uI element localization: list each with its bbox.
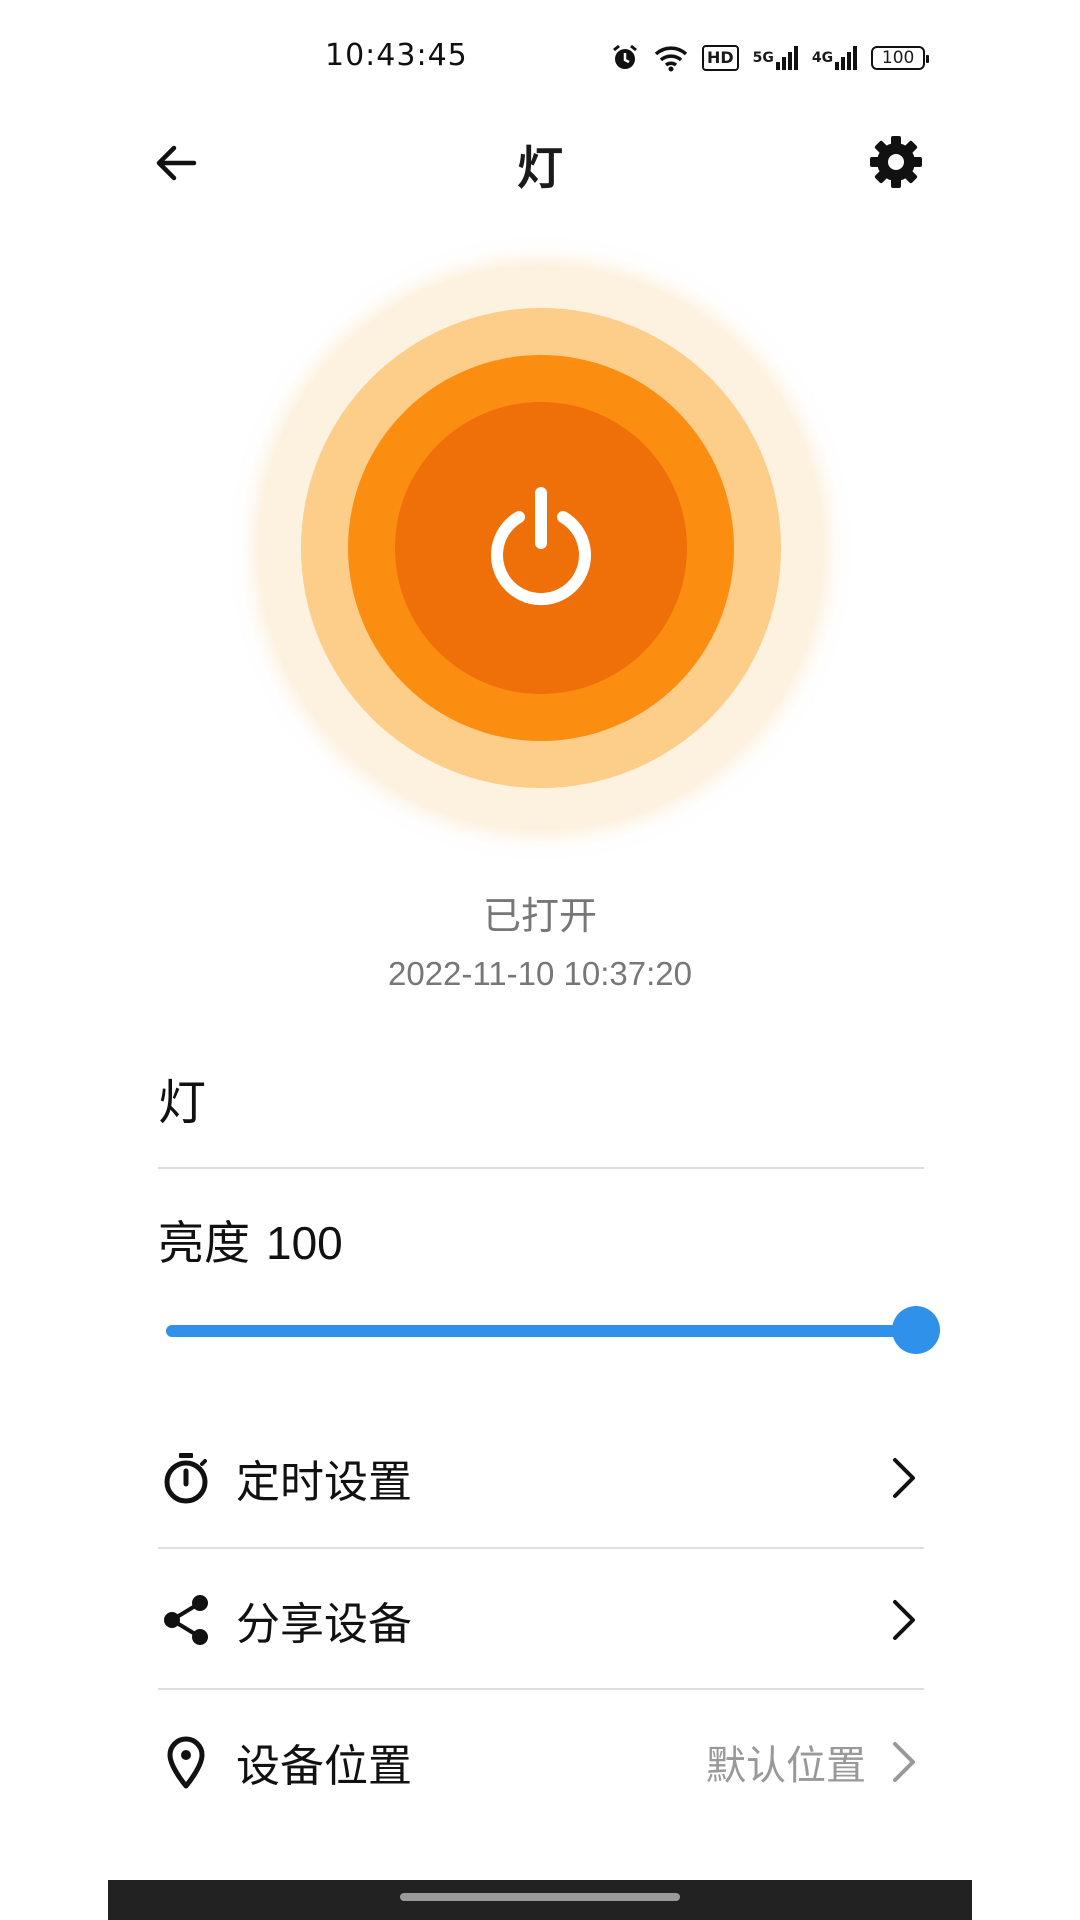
device-location-label: 设备位置 [236,1741,412,1792]
location-pin-icon [158,1734,214,1790]
wifi-icon [654,44,688,72]
chevron-right-icon [884,1450,924,1506]
device-name: 灯 [158,1075,207,1131]
timer-settings-label: 定时设置 [236,1457,412,1508]
navigation-bar [108,1880,972,1920]
divider [158,1167,924,1169]
signal-4g-icon: 4G [811,46,858,70]
brightness-slider[interactable] [166,1306,940,1354]
device-location-value: 默认位置 [706,1743,866,1789]
slider-fill [166,1325,916,1337]
share-device-label: 分享设备 [236,1599,412,1650]
device-location-row[interactable]: 设备位置 默认位置 [158,1712,924,1812]
status-time: 10:43:45 [325,38,468,73]
power-icon [491,487,591,606]
power-control [258,265,824,831]
chevron-right-icon [884,1734,924,1790]
settings-button[interactable] [866,132,926,192]
net-5g-label: 5G [752,50,774,66]
header: 灯 [0,110,1080,210]
gear-icon [870,136,922,188]
stopwatch-icon [158,1450,214,1506]
status-icons: HD 5G 4G 100 [610,38,930,78]
net-4g-label: 4G [811,50,834,66]
share-icon [158,1592,214,1648]
chevron-right-icon [884,1592,924,1648]
power-state-time: 2022-11-10 10:37:20 [388,955,692,992]
status-bar: 10:43:45 HD 5G 4G 100 [0,0,1080,110]
brightness-value: 100 [266,1217,343,1269]
home-indicator[interactable] [400,1893,680,1901]
hd-badge: HD [702,45,739,71]
share-device-row[interactable]: 分享设备 [158,1570,924,1670]
power-state-text: 已打开 [482,894,597,938]
brightness-label: 亮度 100 [158,1207,343,1273]
timer-settings-row[interactable]: 定时设置 [158,1428,924,1528]
slider-thumb[interactable] [892,1306,940,1354]
alarm-icon [610,43,640,73]
divider [158,1547,924,1549]
brightness-label-text: 亮度 [158,1216,250,1270]
signal-5g-icon: 5G [753,46,798,70]
power-button[interactable] [483,487,599,606]
battery-icon: 100 [871,46,930,70]
divider [158,1688,924,1690]
